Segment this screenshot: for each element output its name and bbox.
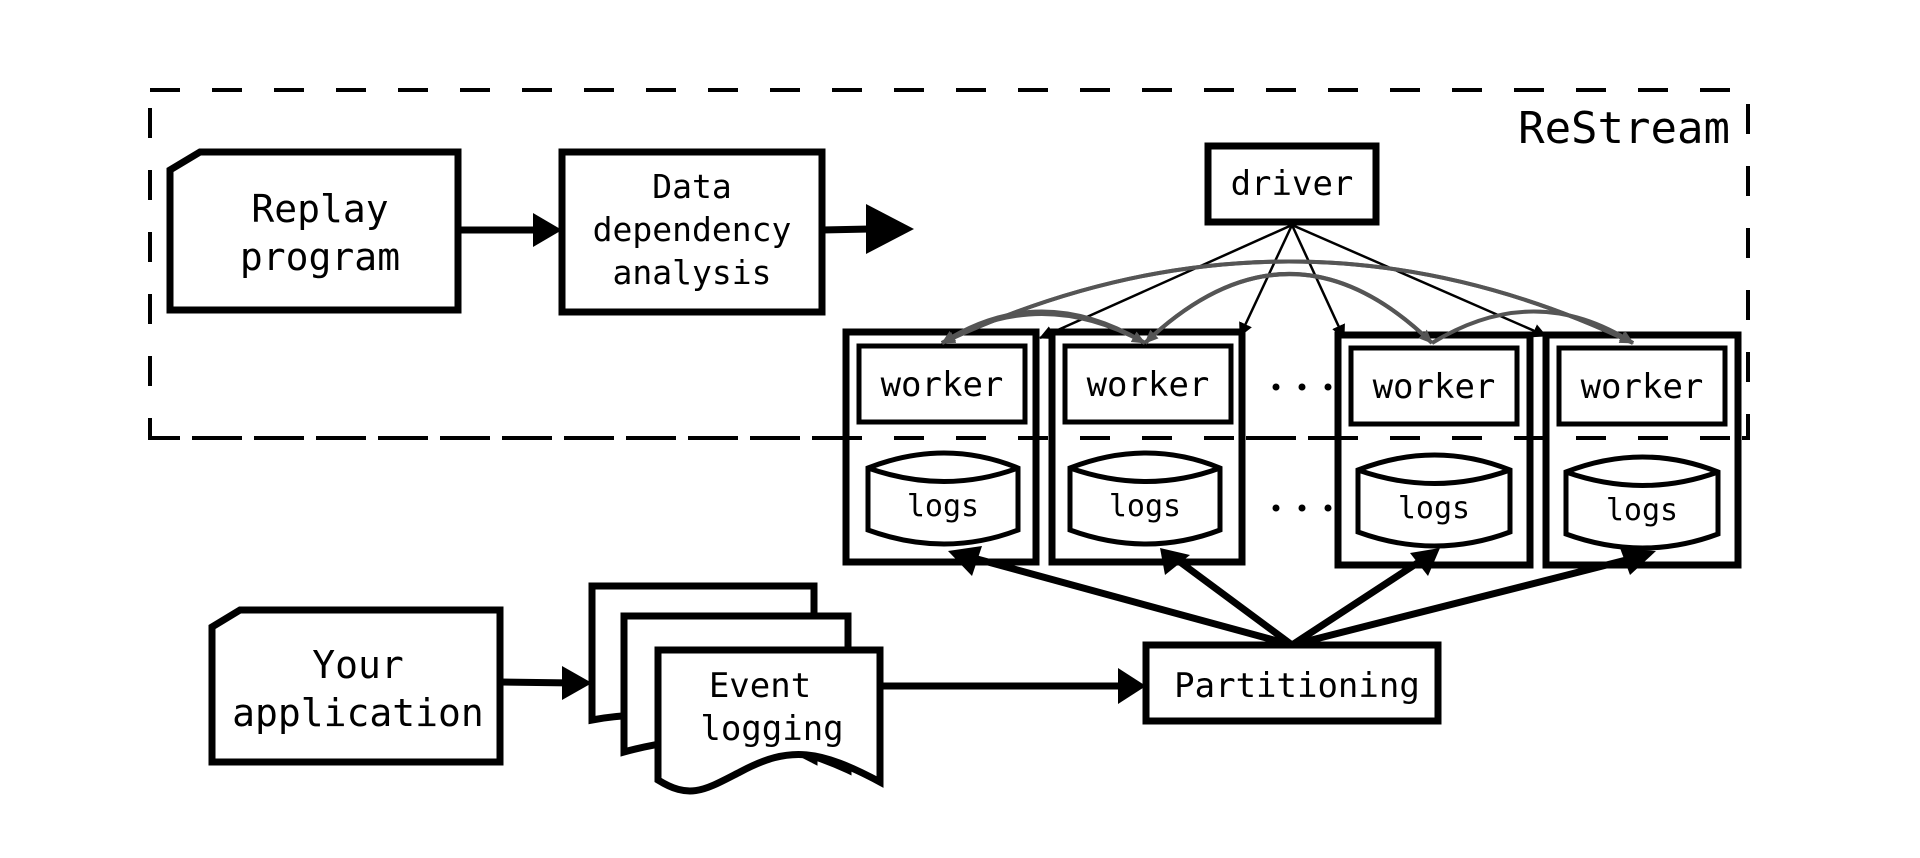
partitioning-node: Partitioning: [1142, 641, 1442, 725]
your-application-label-line1: Your: [312, 643, 404, 687]
arrowhead-icon: [562, 666, 592, 700]
event-logging-label-line1: Event: [709, 666, 811, 706]
ellipsis-logs: [1272, 504, 1332, 512]
restream-title: ReStream: [1518, 103, 1730, 154]
worker-node-1: worker logs: [842, 328, 1040, 566]
arrow-analysis-to-cluster: [821, 225, 871, 234]
replay-program-label-line2: program: [240, 235, 400, 279]
analysis-label-line1: Data: [652, 167, 731, 206]
worker-node-2: worker logs: [1048, 328, 1246, 566]
partition-to-logs-1: [965, 552, 1293, 649]
analysis-label-line3: analysis: [613, 253, 772, 292]
worker-node-4: worker logs: [1542, 331, 1742, 569]
worker-node-3: worker logs: [1334, 331, 1534, 569]
logs-label: logs: [907, 489, 979, 524]
replay-program-label-line1: Replay: [251, 187, 388, 231]
worker-peer-links: [940, 259, 1635, 345]
analysis-label-line2: dependency: [593, 210, 792, 249]
ellipsis-workers: [1272, 383, 1332, 391]
logs-label: logs: [1398, 491, 1470, 526]
partition-to-logs-3: [1290, 557, 1424, 648]
arrowhead-icon: [866, 204, 914, 254]
partitioning-label: Partitioning: [1174, 666, 1420, 706]
partition-to-logs-4: [1291, 554, 1635, 649]
worker-label: worker: [881, 365, 1004, 405]
event-logging-label-line2: logging: [700, 709, 843, 749]
replay-program-node: Replay program: [166, 148, 462, 314]
logs-label: logs: [1109, 489, 1181, 524]
worker-label: worker: [1373, 367, 1496, 407]
arrowhead-icon: [1118, 668, 1146, 704]
event-logging-node: Event logging: [588, 582, 884, 795]
worker-label: worker: [1087, 365, 1210, 405]
worker-label: worker: [1581, 367, 1704, 407]
your-application-node: Your application: [208, 606, 504, 766]
logs-label: logs: [1606, 493, 1678, 528]
driver-node: driver: [1204, 142, 1380, 226]
data-dependency-analysis-node: Data dependency analysis: [558, 148, 826, 316]
your-application-label-line2: application: [232, 691, 484, 735]
driver-to-worker-1: [1039, 223, 1293, 340]
restream-architecture-diagram: ReStream Replay program Data dependency …: [148, 88, 1750, 795]
driver-label: driver: [1231, 164, 1354, 204]
arrowhead-icon: [533, 213, 562, 247]
